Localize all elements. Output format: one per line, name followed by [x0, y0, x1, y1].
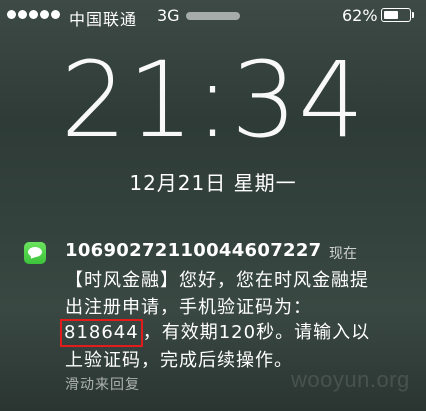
signal-dot: [29, 10, 38, 19]
battery-icon: [381, 8, 411, 22]
watermark-text: wooyun.org: [291, 367, 410, 392]
message-line-3: 818644 ，有效期120秒。请输入以: [60, 318, 371, 347]
notification-sender: 10690272110044607227: [65, 240, 322, 261]
messages-icon: [24, 242, 46, 264]
verification-code-highlight: 818644: [60, 319, 143, 347]
signal-strength-icon: [7, 10, 62, 19]
battery-percent: 62%: [342, 6, 378, 25]
lock-pill-indicator: [186, 12, 240, 20]
lock-screen-clock: 21:34: [60, 39, 366, 161]
battery-level-fill: [383, 10, 399, 19]
lock-screen-date: 12月21日 星期一: [129, 171, 297, 195]
signal-dot: [18, 10, 27, 19]
carrier-name: 中国联通: [69, 10, 138, 29]
signal-dot: [40, 10, 49, 19]
message-line-3-rest: ，有效期120秒。请输入以: [142, 322, 371, 343]
notification-time: 现在: [329, 246, 357, 262]
status-bar: 中国联通 3G 62%: [0, 0, 426, 32]
battery-tip: [412, 12, 414, 18]
signal-dot: [51, 10, 60, 19]
verification-code: 818644: [64, 322, 139, 343]
slide-to-reply-hint[interactable]: 滑动来回复: [65, 374, 140, 394]
message-line-1: 【时风金融】您好，您在时风金融提: [65, 270, 369, 291]
message-line-4: 上验证码，完成后续操作。: [65, 350, 293, 371]
network-type: 3G: [157, 6, 180, 25]
signal-dot: [7, 10, 16, 19]
message-line-2: 出注册申请，手机验证码为：: [65, 297, 312, 318]
